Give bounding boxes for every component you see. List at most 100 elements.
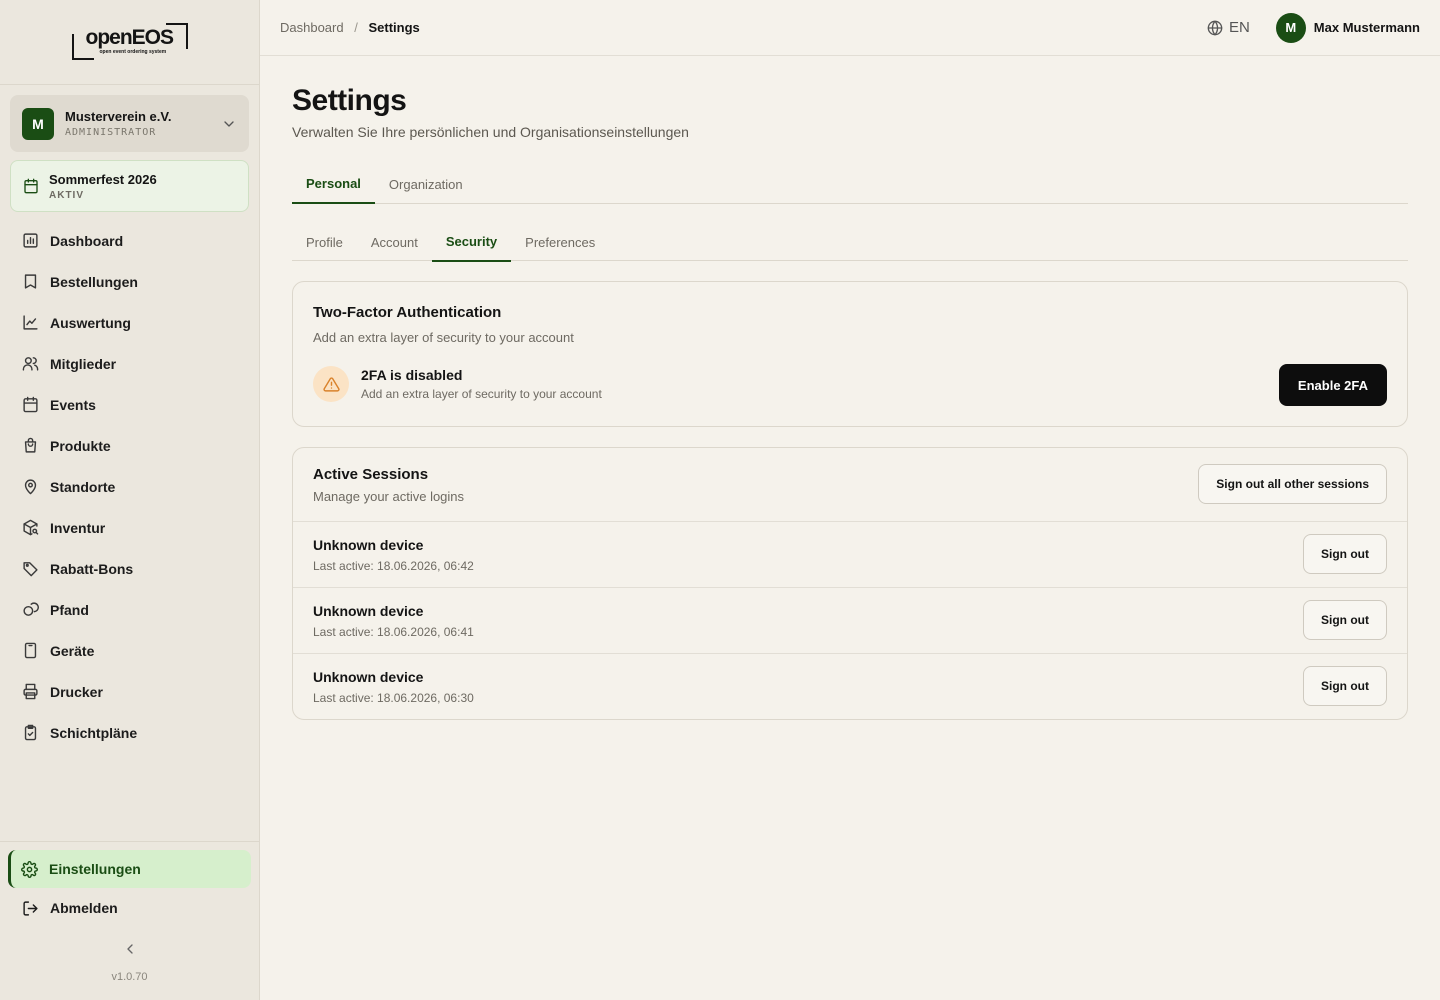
sidebar-item-produkte[interactable]: Produkte — [10, 425, 249, 466]
sidebar-item-schichtplaene[interactable]: Schichtpläne — [10, 712, 249, 753]
breadcrumb: Dashboard / Settings — [280, 20, 420, 35]
tab-personal[interactable]: Personal — [292, 164, 375, 204]
sidebar-item-standorte[interactable]: Standorte — [10, 466, 249, 507]
coins-icon — [23, 602, 39, 616]
org-role: ADMINISTRATOR — [65, 127, 157, 138]
org-avatar: M — [22, 107, 54, 140]
session-last-active: Last active: 18.06.2026, 06:30 — [313, 691, 474, 705]
session-device: Unknown device — [313, 603, 424, 619]
event-name: Sommerfest 2026 — [49, 171, 157, 187]
two-factor-status: 2FA is disabled Add an extra layer of se… — [313, 366, 602, 402]
sidebar-item-rabatt-bons[interactable]: Rabatt-Bons — [10, 548, 249, 589]
gear-icon — [21, 860, 38, 878]
tab-account[interactable]: Account — [357, 222, 432, 262]
session-device: Unknown device — [313, 669, 424, 685]
organization-switcher[interactable]: M Musterverein e.V. ADMINISTRATOR — [10, 95, 249, 152]
session-device: Unknown device — [313, 537, 424, 553]
avatar: M — [1275, 12, 1306, 43]
sidebar-item-label: Auswertung — [50, 314, 131, 331]
map-pin-icon — [24, 479, 37, 495]
two-factor-status-title: 2FA is disabled — [361, 367, 463, 383]
tab-security[interactable]: Security — [431, 222, 512, 262]
sidebar-item-label: Drucker — [50, 683, 103, 700]
main-content: Settings Verwalten Sie Ihre persönlichen… — [292, 56, 1408, 720]
breadcrumb-dashboard[interactable]: Dashboard — [280, 20, 344, 35]
two-factor-title: Two-Factor Authentication — [313, 304, 502, 321]
collapse-sidebar-icon[interactable] — [122, 941, 138, 957]
tablet-icon — [24, 642, 37, 659]
tab-organization[interactable]: Organization — [375, 164, 477, 204]
sidebar-item-dashboard[interactable]: Dashboard — [10, 220, 249, 261]
sidebar-item-label: Pfand — [50, 601, 89, 618]
session-last-active: Last active: 18.06.2026, 06:42 — [313, 559, 474, 573]
sidebar-item-label: Rabatt-Bons — [50, 560, 134, 577]
user-menu[interactable]: M Max Mustermann — [1275, 12, 1420, 43]
sidebar-item-label: Events — [50, 396, 96, 413]
sidebar-item-label: Schichtpläne — [50, 724, 138, 741]
user-name: Max Mustermann — [1313, 20, 1420, 35]
sidebar: openEOS open event ordering system M Mus… — [0, 0, 260, 1000]
session-row: Unknown device Last active: 18.06.2026, … — [293, 522, 1407, 588]
calendar-icon — [24, 178, 38, 194]
session-row: Unknown device Last active: 18.06.2026, … — [293, 588, 1407, 654]
org-name: Musterverein e.V. — [65, 109, 172, 124]
sidebar-item-auswertung[interactable]: Auswertung — [10, 302, 249, 343]
sidebar-item-label: Inventur — [50, 519, 106, 536]
two-factor-status-subtitle: Add an extra layer of security to your a… — [361, 387, 602, 401]
sidebar-item-label: Dashboard — [50, 232, 124, 249]
enable-2fa-button[interactable]: Enable 2FA — [1278, 364, 1387, 406]
sidebar-item-einstellungen[interactable]: Einstellungen — [8, 850, 251, 888]
sidebar-item-drucker[interactable]: Drucker — [10, 671, 249, 712]
sidebar-item-label: Abmelden — [50, 900, 118, 916]
sidebar-footer-divider — [0, 841, 259, 842]
sidebar-item-pfand[interactable]: Pfand — [10, 589, 249, 630]
language-switcher[interactable]: EN — [1207, 19, 1250, 36]
tag-icon — [23, 562, 38, 577]
globe-icon — [1207, 20, 1223, 35]
warning-icon — [322, 376, 340, 392]
session-row: Unknown device Last active: 18.06.2026, … — [293, 654, 1407, 720]
sign-out-button[interactable]: Sign out — [1303, 600, 1387, 640]
clipboard-check-icon — [24, 724, 37, 741]
tab-profile[interactable]: Profile — [292, 222, 357, 262]
breadcrumb-separator: / — [354, 20, 358, 35]
tab-preferences[interactable]: Preferences — [511, 222, 609, 262]
sidebar-item-label: Einstellungen — [49, 861, 141, 877]
sidebar-item-inventur[interactable]: Inventur — [10, 507, 249, 548]
brand-logo[interactable]: openEOS open event ordering system — [70, 22, 190, 62]
sidebar-item-label: Bestellungen — [50, 273, 138, 290]
brand-name: openEOS — [85, 26, 175, 49]
printer-icon — [23, 683, 38, 700]
page-subtitle: Verwalten Sie Ihre persönlichen und Orga… — [292, 124, 689, 140]
sidebar-item-geraete[interactable]: Geräte — [10, 630, 249, 671]
sub-tabs: Profile Account Security Preferences — [292, 222, 1408, 262]
active-event[interactable]: Sommerfest 2026 AKTIV — [10, 160, 249, 212]
sidebar-item-abmelden[interactable]: Abmelden — [10, 889, 249, 927]
sidebar-item-bestellungen[interactable]: Bestellungen — [10, 261, 249, 302]
app-version: v1.0.70 — [111, 971, 148, 983]
event-status: AKTIV — [49, 189, 84, 201]
shopping-bag-icon — [24, 437, 37, 453]
users-icon — [22, 357, 39, 371]
sign-out-button[interactable]: Sign out — [1303, 534, 1387, 574]
sidebar-item-events[interactable]: Events — [10, 384, 249, 425]
top-bar: Dashboard / Settings EN M Max Mustermann — [260, 0, 1440, 56]
page-title: Settings — [292, 84, 407, 117]
line-chart-icon — [23, 315, 38, 330]
calendar-icon — [23, 396, 38, 413]
language-code: EN — [1228, 19, 1250, 36]
session-last-active: Last active: 18.06.2026, 06:41 — [313, 625, 474, 639]
sidebar-item-label: Mitglieder — [50, 355, 117, 372]
sign-out-button[interactable]: Sign out — [1303, 666, 1387, 706]
warning-badge — [313, 366, 349, 402]
sidebar-item-label: Produkte — [50, 437, 111, 454]
two-factor-subtitle: Add an extra layer of security to your a… — [313, 330, 574, 345]
brand-tagline: open event ordering system — [99, 49, 167, 55]
receipt-icon — [24, 274, 37, 289]
logo-area: openEOS open event ordering system — [0, 0, 259, 85]
sign-out-all-button[interactable]: Sign out all other sessions — [1198, 464, 1387, 504]
sidebar-item-mitglieder[interactable]: Mitglieder — [10, 343, 249, 384]
sessions-header: Active Sessions Manage your active login… — [293, 448, 1407, 522]
chart-icon — [23, 233, 38, 248]
logout-icon — [23, 900, 38, 916]
